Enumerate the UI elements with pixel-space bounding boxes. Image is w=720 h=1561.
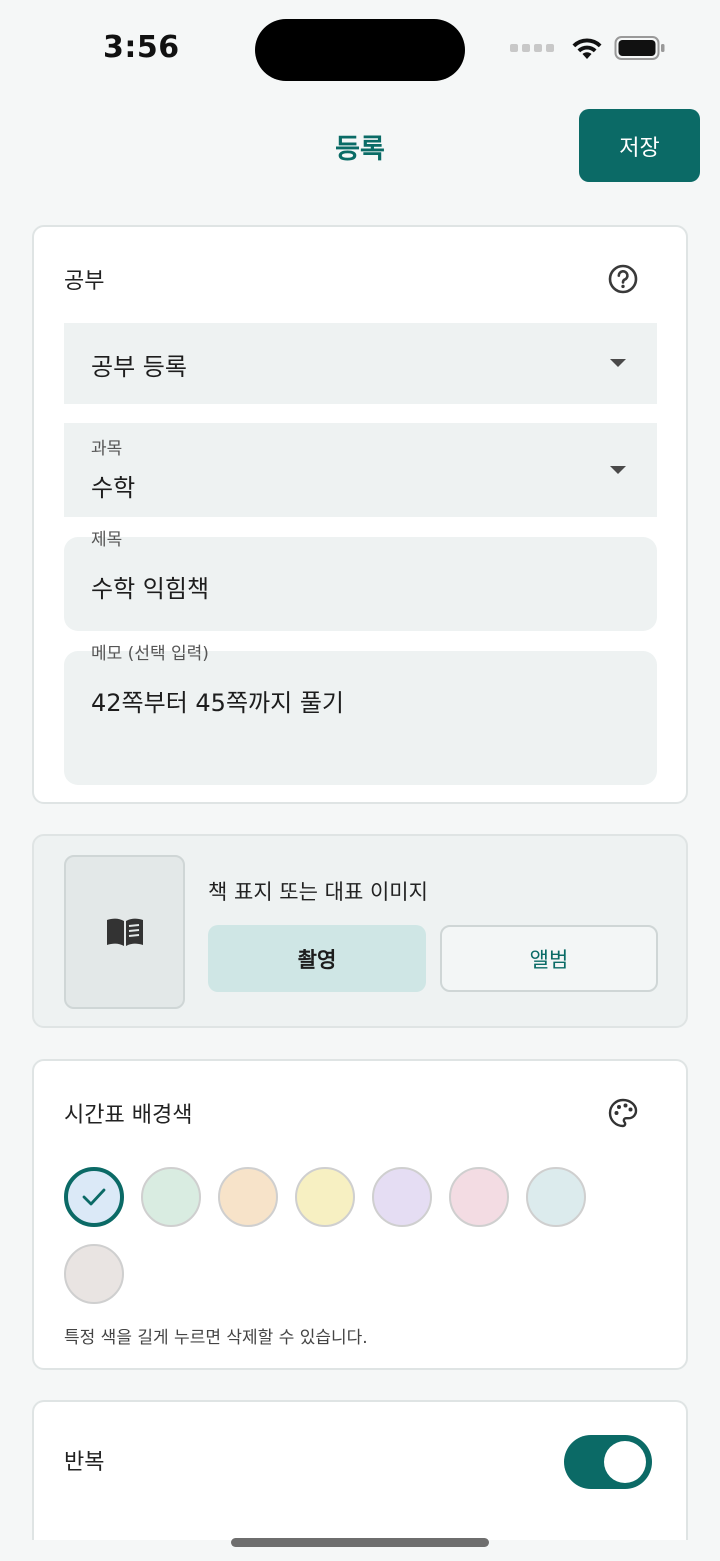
repeat-card: 반복	[32, 1400, 688, 1540]
repeat-label: 반복	[64, 1450, 105, 1475]
wifi-icon	[572, 38, 602, 59]
title-value: 수학 익힘책	[91, 575, 210, 603]
color-swatch-5[interactable]	[372, 1167, 432, 1227]
study-type-dropdown[interactable]: 공부 등록	[64, 323, 657, 404]
home-indicator[interactable]	[231, 1538, 489, 1547]
memo-value: 42쪽부터 45쪽까지 풀기	[91, 689, 344, 717]
book-icon	[106, 918, 143, 946]
dropdown-caret-icon	[610, 359, 626, 367]
color-section-title: 시간표 배경색	[64, 1103, 193, 1128]
subject-label: 과목	[91, 439, 123, 459]
color-swatch-7[interactable]	[526, 1167, 586, 1227]
help-icon[interactable]	[607, 263, 639, 295]
subject-value: 수학	[91, 474, 136, 502]
background-color-card: 시간표 배경색 특정 색을 길게 누르면 삭제할 수 있습니다.	[32, 1059, 688, 1370]
repeat-toggle[interactable]	[564, 1435, 652, 1489]
dynamic-island	[255, 19, 465, 81]
cover-image-card: 책 표지 또는 대표 이미지 촬영 앨범	[32, 834, 688, 1028]
cover-image-placeholder[interactable]	[64, 855, 185, 1009]
screen: 3:56 등록 저장 공부 공부 등록 과목 수학 제목 수학 익힘책 메모 (…	[0, 0, 720, 1561]
status-time: 3:56	[103, 30, 180, 65]
color-swatch-4[interactable]	[295, 1167, 355, 1227]
study-section-title: 공부	[64, 269, 105, 294]
title-field[interactable]: 제목 수학 익힘책	[64, 530, 657, 631]
cellular-signal-icon	[510, 44, 554, 52]
subject-dropdown[interactable]: 과목 수학	[64, 423, 657, 517]
memo-label: 메모 (선택 입력)	[91, 644, 209, 664]
check-icon	[82, 1188, 106, 1206]
title-label: 제목	[91, 530, 123, 550]
palette-icon[interactable]	[607, 1097, 639, 1129]
color-swatch-6[interactable]	[449, 1167, 509, 1227]
album-button[interactable]: 앨범	[440, 925, 658, 992]
save-button[interactable]: 저장	[579, 109, 700, 182]
camera-button[interactable]: 촬영	[208, 925, 426, 992]
battery-icon	[614, 36, 665, 60]
color-swatch-3[interactable]	[218, 1167, 278, 1227]
study-card: 공부 공부 등록 과목 수학 제목 수학 익힘책 메모 (선택 입력) 42쪽부…	[32, 225, 688, 804]
color-delete-hint: 특정 색을 길게 누르면 삭제할 수 있습니다.	[64, 1328, 368, 1348]
cover-image-caption: 책 표지 또는 대표 이미지	[208, 880, 428, 904]
dropdown-caret-icon	[610, 466, 626, 474]
color-swatch-8[interactable]	[64, 1244, 124, 1304]
color-swatch-1[interactable]	[64, 1167, 124, 1227]
color-swatch-2[interactable]	[141, 1167, 201, 1227]
study-type-value: 공부 등록	[91, 353, 187, 381]
status-icons	[510, 34, 666, 62]
memo-field[interactable]: 메모 (선택 입력) 42쪽부터 45쪽까지 풀기	[64, 644, 657, 785]
toggle-knob	[604, 1441, 646, 1483]
